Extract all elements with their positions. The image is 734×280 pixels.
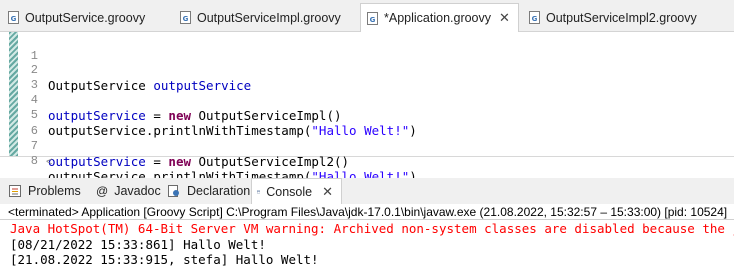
tab-label: Javadoc bbox=[114, 184, 161, 198]
tab-label: *Application.groovy bbox=[384, 11, 492, 25]
groovy-file-icon: G bbox=[529, 11, 540, 24]
groovy-file-icon: G bbox=[8, 11, 19, 24]
code-line: 7 outputService = new OutputServiceImpl2… bbox=[0, 122, 734, 169]
code-line: 5 outputService.printlnWithTimestamp("Ha… bbox=[0, 91, 734, 138]
tab-output-service-impl[interactable]: G OutputServiceImpl.groovy bbox=[180, 3, 341, 32]
view-tab-bar: Problems @ Javadoc Declaration Console ✕ bbox=[0, 178, 734, 204]
code-line: 6 bbox=[0, 107, 734, 138]
tab-label: OutputService.groovy bbox=[25, 10, 146, 25]
tab-label: Declaration bbox=[187, 184, 251, 198]
variable-name: outputService bbox=[48, 154, 146, 169]
groovy-file-icon: G bbox=[180, 11, 191, 24]
console-line: [08/21/2022 15:33:861] Hallo Welt! bbox=[10, 237, 266, 252]
line-number: 8 bbox=[30, 154, 38, 168]
keyword: new bbox=[168, 154, 191, 169]
console-output[interactable]: Java HotSpot(TM) 64-Bit Server VM warnin… bbox=[0, 221, 734, 280]
console-icon bbox=[257, 190, 261, 193]
code-text: OutputServiceImpl2() bbox=[191, 154, 350, 169]
tab-problems[interactable]: Problems bbox=[8, 178, 81, 204]
tab-declaration[interactable]: Declaration bbox=[167, 178, 250, 204]
tab-label: OutputServiceImpl2.groovy bbox=[546, 10, 697, 25]
tab-label: OutputServiceImpl.groovy bbox=[197, 10, 341, 25]
console-line: [21.08.2022 15:33:915, stefa] Hallo Welt… bbox=[10, 252, 319, 267]
close-icon[interactable]: ✕ bbox=[322, 184, 333, 200]
problems-icon bbox=[9, 185, 21, 197]
console-process-info: <terminated> Application [Groovy Script]… bbox=[0, 204, 734, 220]
code-line: 4 outputService = new OutputServiceImpl(… bbox=[0, 76, 734, 123]
tab-javadoc[interactable]: @ Javadoc bbox=[96, 178, 161, 204]
code-line: 2 OutputService outputService bbox=[0, 46, 734, 93]
tab-output-service-impl2[interactable]: G OutputServiceImpl2.groovy bbox=[529, 3, 697, 32]
scroll-left-arrow[interactable]: < bbox=[46, 156, 52, 168]
operator: = bbox=[145, 154, 169, 169]
tab-label: Console bbox=[266, 184, 313, 199]
code-editor[interactable]: 1 2 OutputService outputService 3 4 outp… bbox=[0, 32, 734, 184]
close-icon[interactable]: ✕ bbox=[499, 10, 510, 26]
declaration-icon bbox=[168, 185, 179, 197]
code-line: 3 bbox=[0, 61, 734, 92]
code-line: 8 outputService.printlnWithTimestamp("Ha… bbox=[0, 137, 734, 184]
groovy-file-icon: G bbox=[367, 11, 378, 25]
at-sign-icon: @ bbox=[96, 184, 109, 198]
console-line-stderr: Java HotSpot(TM) 64-Bit Server VM warnin… bbox=[10, 221, 734, 236]
tab-label: Problems bbox=[28, 184, 81, 198]
tab-console[interactable]: Console ✕ bbox=[251, 178, 342, 204]
tab-application[interactable]: G *Application.groovy ✕ bbox=[360, 3, 519, 32]
editor-tab-bar: G OutputService.groovy G OutputServiceIm… bbox=[0, 0, 734, 32]
tab-output-service[interactable]: G OutputService.groovy bbox=[8, 3, 145, 32]
